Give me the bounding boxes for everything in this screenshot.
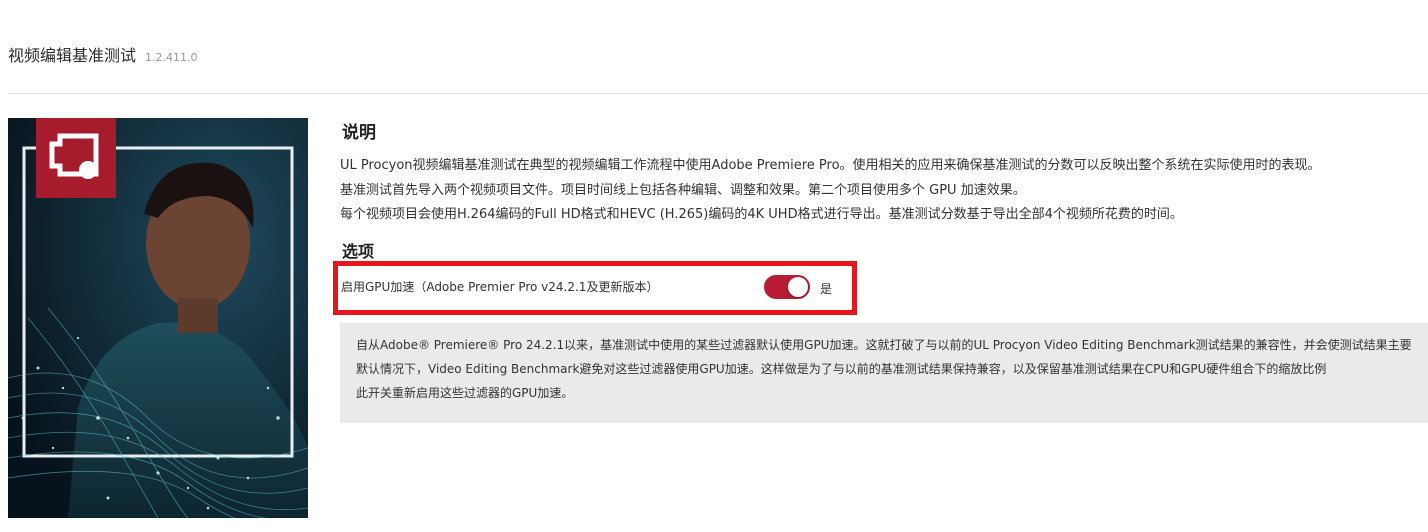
options-heading: 选项 — [342, 242, 375, 261]
gpu-info-note: 自从Adobe® Premiere® Pro 24.2.1以来，基准测试中使用的… — [340, 323, 1428, 423]
note-line: 自从Adobe® Premiere® Pro 24.2.1以来，基准测试中使用的… — [356, 338, 1412, 352]
description-line: 基准测试首先导入两个视频项目文件。项目时间线上包括各种编辑、调整和效果。第二个项… — [340, 182, 1026, 198]
highlight-box — [333, 261, 857, 315]
description-line: 每个视频项目会使用H.264编码的Full HD格式和HEVC (H.265)编… — [340, 207, 1183, 222]
description-heading: 说明 — [342, 123, 376, 143]
video-editing-icon — [36, 118, 116, 198]
header-divider — [8, 93, 1428, 94]
note-line: 此开关重新启用这些过滤器的GPU加速。 — [356, 386, 574, 400]
description-text: UL Procyon视频编辑基准测试在典型的视频编辑工作流程中使用Adobe P… — [340, 154, 1428, 228]
description-line: UL Procyon视频编辑基准测试在典型的视频编辑工作流程中使用Adobe P… — [340, 158, 1321, 173]
page-header: 视频编辑基准测试 1.2.411.0 — [8, 42, 198, 66]
version-label: 1.2.411.0 — [145, 51, 198, 64]
benchmark-hero-image — [8, 118, 308, 518]
page-title: 视频编辑基准测试 — [8, 46, 137, 65]
hero-illustration — [8, 118, 308, 518]
note-text: 自从Adobe® Premiere® Pro 24.2.1以来，基准测试中使用的… — [356, 333, 1412, 405]
note-line: 默认情况下，Video Editing Benchmark避免对这些过滤器使用G… — [356, 362, 1327, 376]
